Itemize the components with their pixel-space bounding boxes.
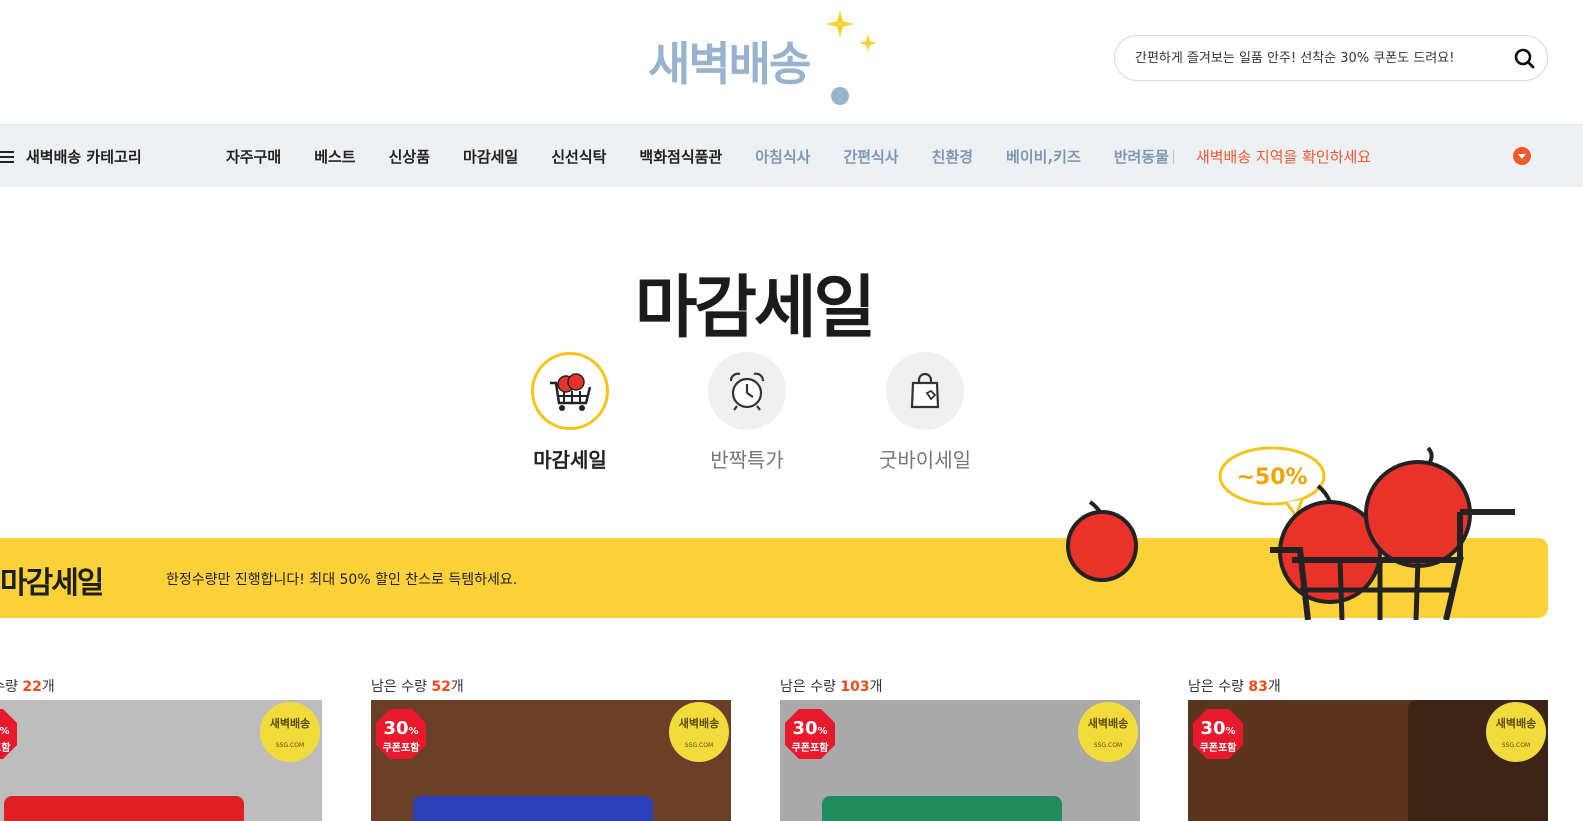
- menu-bar: 자주구매 베스트 신상품 마감세일 신선식탁 백화점식품관 아침식사 간편식사 …: [226, 125, 1371, 188]
- alarm-clock-icon: [729, 372, 765, 411]
- product-card: 남은 수량 52개 30% 쿠폰포함 새벽배송 SSG.COM: [371, 676, 731, 821]
- category-label: 새벽배송 카테고리: [26, 148, 142, 166]
- header: 새벽배송: [0, 0, 1583, 124]
- tab-closing-sale[interactable]: 마감세일: [500, 352, 640, 473]
- search-icon: [1514, 48, 1535, 69]
- logo-text: 새벽배송: [648, 37, 811, 91]
- coupon-badge: 30% 쿠폰포함: [375, 708, 427, 760]
- dawn-delivery-badge: 새벽배송 SSG.COM: [1078, 702, 1138, 762]
- coupon-badge: 30% 쿠폰포함: [0, 708, 18, 760]
- menu-divider: [1172, 149, 1174, 164]
- chevron-down-icon[interactable]: [1513, 147, 1531, 165]
- logo[interactable]: 새벽배송: [640, 4, 880, 108]
- banner-title: 마감세일: [0, 566, 104, 601]
- apple-cart-icon: [550, 373, 592, 411]
- category-button[interactable]: 새벽배송 카테고리: [0, 125, 142, 188]
- apple-cart-illustration: ~50%: [1066, 446, 1515, 620]
- dawn-delivery-badge: 새벽배송 SSG.COM: [669, 702, 729, 762]
- menu-item-fresh-table[interactable]: 신선식탁: [551, 146, 606, 167]
- stock-count: 남은 수량 103개: [780, 679, 883, 695]
- product-card: 남은 수량 103개 30% 쿠폰포함 새벽배송 SSG.COM: [780, 676, 1140, 821]
- product-card: 남은 수량 22개 30% 쿠폰포함 새벽배송 SSG.COM: [0, 676, 322, 821]
- stock-count: 남은 수량 52개: [371, 679, 464, 695]
- product-package: [822, 796, 1062, 821]
- page-title: 마감세일: [634, 269, 876, 348]
- menu-item-frequent[interactable]: 자주구매: [226, 146, 281, 167]
- coupon-badge: 30% 쿠폰포함: [784, 708, 836, 760]
- menu-item-department-food[interactable]: 백화점식품관: [639, 146, 722, 167]
- stock-count: 남은 수량 22개: [0, 679, 55, 695]
- search-box[interactable]: [1114, 35, 1548, 81]
- hamburger-icon: [0, 150, 14, 163]
- tab-icon-circle: [886, 352, 964, 430]
- tab-label: 마감세일: [533, 448, 607, 472]
- menu-item-pets[interactable]: 반려동물: [1114, 146, 1169, 167]
- product-card: 남은 수량 83개 30% 쿠폰포함 새벽배송 SSG.COM: [1188, 676, 1548, 821]
- dawn-delivery-badge: 새벽배송 SSG.COM: [260, 702, 320, 762]
- tab-goodbye-sale[interactable]: 굿바이세일: [855, 352, 995, 473]
- shopping-bag-icon: [910, 372, 940, 409]
- menu-item-best[interactable]: 베스트: [314, 146, 355, 167]
- stock-count: 남은 수량 83개: [1188, 679, 1281, 695]
- tab-icon-circle: [531, 352, 609, 430]
- search-input[interactable]: [1135, 46, 1495, 70]
- menu-item-new[interactable]: 신상품: [389, 146, 430, 167]
- tab-flash-deal[interactable]: 반짝특가: [677, 352, 817, 473]
- tab-icon-circle: [708, 352, 786, 430]
- tab-label: 굿바이세일: [879, 448, 971, 472]
- product-package: [413, 796, 653, 821]
- search-button[interactable]: [1511, 45, 1539, 73]
- product-package: [4, 796, 244, 821]
- dawn-delivery-badge: 새벽배송 SSG.COM: [1486, 702, 1546, 762]
- menu-item-eco[interactable]: 친환경: [932, 146, 973, 167]
- menu-item-simple-meal[interactable]: 간편식사: [843, 146, 898, 167]
- menu-item-breakfast[interactable]: 아침식사: [755, 146, 810, 167]
- main-nav: 새벽배송 카테고리 자주구매 베스트 신상품 마감세일 신선식탁 백화점식품관 …: [0, 124, 1583, 187]
- discount-bubble-text: ~50%: [1236, 465, 1307, 490]
- menu-item-baby-kids[interactable]: 베이비,키즈: [1006, 146, 1081, 167]
- product-thumbnail[interactable]: 30% 쿠폰포함 새벽배송 SSG.COM: [0, 700, 322, 821]
- tab-label: 반짝특가: [710, 448, 784, 472]
- region-check-link[interactable]: 새벽배송 지역을 확인하세요: [1196, 146, 1371, 167]
- coupon-badge: 30% 쿠폰포함: [1192, 708, 1244, 760]
- product-thumbnail[interactable]: 30% 쿠폰포함 새벽배송 SSG.COM: [780, 700, 1140, 821]
- menu-item-closing-sale[interactable]: 마감세일: [463, 146, 518, 167]
- product-thumbnail[interactable]: 30% 쿠폰포함 새벽배송 SSG.COM: [371, 700, 731, 821]
- banner-text: 한정수량만 진행합니다! 최대 50% 할인 찬스로 득템하세요.: [166, 572, 518, 588]
- product-thumbnail[interactable]: 30% 쿠폰포함 새벽배송 SSG.COM: [1188, 700, 1548, 821]
